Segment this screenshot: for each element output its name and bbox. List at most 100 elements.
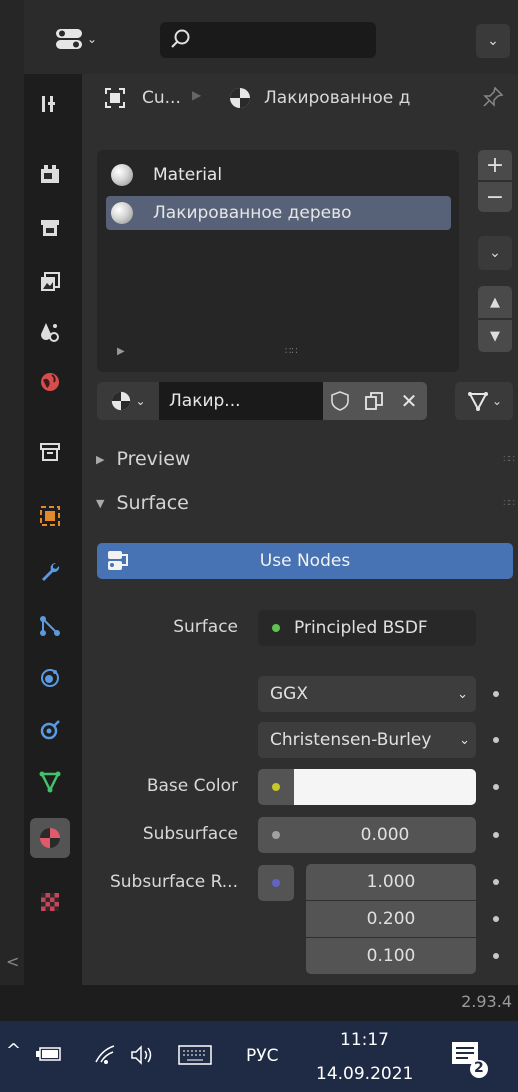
tab-object[interactable]: [30, 496, 70, 536]
mesh-data-icon: [467, 392, 488, 412]
unlink-material-button[interactable]: ✕: [391, 382, 427, 420]
scene-icon: [41, 323, 59, 342]
keyframe-dot-icon[interactable]: [493, 916, 499, 922]
fake-user-button[interactable]: [323, 382, 357, 420]
material-slot-list[interactable]: Material Лакированное дерево ▶ ∷∷: [97, 150, 459, 372]
notifications-icon[interactable]: [450, 1038, 490, 1080]
material-icon: [112, 391, 131, 411]
keyframe-dot-icon[interactable]: [493, 832, 499, 838]
tab-world[interactable]: [30, 362, 70, 402]
tab-particles[interactable]: [30, 606, 70, 646]
tab-output[interactable]: [30, 208, 70, 248]
keyframe-dot-icon[interactable]: [493, 784, 499, 790]
base-color-socket-button[interactable]: [258, 769, 294, 805]
list-filter-toggle-icon[interactable]: ▶: [117, 346, 125, 357]
use-nodes-label: Use Nodes: [259, 551, 351, 571]
slot-link-button[interactable]: ⌄: [455, 382, 513, 420]
list-item[interactable]: Лакированное дерево: [106, 196, 451, 230]
options-dropdown-button[interactable]: ⌄: [476, 24, 510, 58]
subsurface-value: 0.000: [360, 825, 410, 845]
world-icon: [41, 373, 59, 391]
viewport-edge: <: [0, 0, 24, 985]
properties-editor-icon: [56, 29, 82, 49]
subsurface-radius-label: Subsurface R...: [109, 872, 238, 892]
clock-date[interactable]: 14.09.2021: [316, 1064, 413, 1084]
particles-icon: [40, 616, 60, 636]
list-resize-grip[interactable]: ∷∷: [285, 346, 298, 357]
output-icon: [41, 220, 59, 236]
browse-material-button[interactable]: ⌄: [97, 382, 159, 420]
editor-type-button[interactable]: ⌄: [50, 22, 102, 56]
material-slot-label: Material: [153, 165, 223, 185]
subsurface-socket-button[interactable]: [258, 817, 294, 853]
tab-material[interactable]: [30, 818, 70, 858]
subsurface-value-field[interactable]: 0.000: [294, 817, 476, 853]
keyframe-dot-icon[interactable]: [493, 691, 499, 697]
tab-collection[interactable]: [30, 432, 70, 472]
material-slot-label: Лакированное дерево: [153, 203, 352, 223]
object-icon: [40, 506, 60, 526]
chevron-right-icon: ▶: [192, 88, 202, 102]
volume-icon[interactable]: [130, 1044, 156, 1066]
chevron-down-icon: ⌄: [457, 686, 468, 702]
value-socket-icon: [272, 831, 280, 839]
chevron-left-icon[interactable]: <: [6, 952, 19, 971]
keyframe-dot-icon[interactable]: [493, 737, 499, 743]
add-slot-button[interactable]: +: [478, 150, 512, 180]
drag-handle-icon[interactable]: ∷∷: [503, 454, 515, 465]
pin-icon[interactable]: [482, 86, 504, 108]
tab-modifiers[interactable]: [30, 552, 70, 592]
view-layer-icon: [41, 272, 60, 291]
breadcrumb: Cu... ▶ Лакированное д: [100, 80, 504, 116]
tab-scene[interactable]: [30, 312, 70, 352]
material-browse-row: ⌄ Лакир... ✕: [97, 382, 442, 420]
input-language-indicator[interactable]: РУС: [246, 1046, 278, 1066]
physics-icon: [41, 669, 59, 687]
clock-time[interactable]: 11:17: [340, 1030, 389, 1050]
subsurface-radius-socket-button[interactable]: [258, 865, 294, 901]
base-color-swatch[interactable]: [294, 769, 476, 805]
battery-icon[interactable]: [36, 1046, 64, 1062]
chevron-down-icon: ⌄: [459, 732, 470, 748]
panel-preview-header[interactable]: ▶ Preview ∷∷: [82, 438, 518, 480]
subsurface-label: Subsurface: [142, 824, 238, 844]
move-down-button[interactable]: ▼: [478, 320, 512, 352]
search-input[interactable]: [160, 22, 376, 58]
vector-socket-icon: [272, 879, 280, 887]
close-icon: ✕: [400, 389, 418, 413]
tab-texture[interactable]: [30, 882, 70, 922]
list-item[interactable]: Material: [106, 158, 451, 192]
keyframe-dot-icon[interactable]: [493, 953, 499, 959]
subsurface-radius-z: 0.100: [366, 946, 416, 966]
keyframe-dot-icon[interactable]: [493, 879, 499, 885]
subsurface-radius-x-field[interactable]: 1.000: [306, 864, 476, 900]
material-icon: [230, 88, 250, 108]
tab-render[interactable]: [30, 154, 70, 194]
move-up-button[interactable]: ▲: [478, 286, 512, 318]
remove-slot-button[interactable]: −: [478, 182, 512, 212]
tab-tool[interactable]: [30, 84, 70, 124]
status-bar: [0, 985, 518, 1021]
constraints-icon: [40, 720, 60, 740]
drag-handle-icon[interactable]: ∷∷: [503, 498, 515, 509]
panel-surface-header[interactable]: ▼ Surface ∷∷: [82, 482, 518, 524]
subsurface-radius-z-field[interactable]: 0.100: [306, 938, 476, 974]
tab-physics[interactable]: [30, 658, 70, 698]
subsurface-radius-y-field[interactable]: 0.200: [306, 901, 476, 937]
surface-label: Surface: [173, 617, 238, 637]
tab-view-layer[interactable]: [30, 262, 70, 302]
wifi-icon[interactable]: [94, 1044, 118, 1066]
chevron-up-icon[interactable]: ^: [6, 1040, 21, 1061]
subsurface-method-dropdown[interactable]: Christensen-Burley ⌄: [258, 722, 476, 758]
specials-menu-button[interactable]: ⌄: [478, 236, 512, 270]
distribution-value: GGX: [270, 684, 308, 704]
tab-object-data[interactable]: [30, 762, 70, 802]
distribution-dropdown[interactable]: GGX ⌄: [258, 676, 476, 712]
use-nodes-button[interactable]: Use Nodes: [97, 543, 513, 579]
duplicate-material-button[interactable]: [357, 382, 391, 420]
tab-constraints[interactable]: [30, 710, 70, 750]
keyboard-icon[interactable]: [178, 1044, 212, 1066]
surface-shader-value: Principled BSDF: [294, 618, 428, 638]
surface-shader-field[interactable]: Principled BSDF: [258, 610, 476, 646]
subsurface-radius-x: 1.000: [366, 872, 416, 892]
